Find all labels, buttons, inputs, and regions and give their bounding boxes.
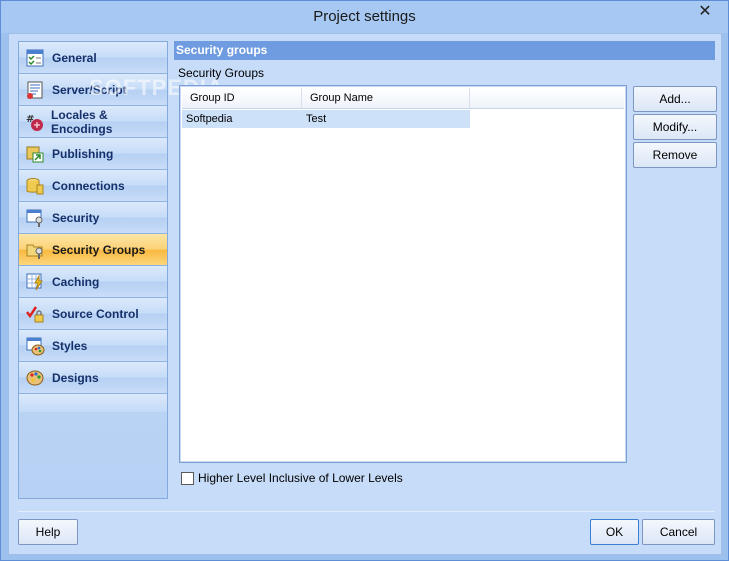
sidebar-item-label: Server/Script (52, 82, 127, 97)
palette-icon (24, 367, 46, 389)
grid-header: Group ID Group Name (182, 88, 624, 109)
footer-separator (18, 511, 715, 512)
sidebar-item-connections[interactable]: Connections (19, 170, 167, 202)
sidebar-item-locales[interactable]: # Locales & Encodings (19, 106, 167, 138)
sidebar-item-caching[interactable]: Caching (19, 266, 167, 298)
publish-icon (24, 143, 46, 165)
database-icon (24, 175, 46, 197)
server-script-icon (24, 79, 46, 101)
sidebar-item-label: Styles (52, 338, 88, 353)
window-title: Project settings (313, 8, 416, 25)
security-groups-label: Security Groups (178, 66, 265, 80)
close-button[interactable]: ✕ (688, 2, 722, 24)
key-table-icon (24, 207, 46, 229)
security-groups-grid[interactable]: Group ID Group Name Softpedia Test (179, 85, 627, 463)
sidebar-item-label: Security Groups (52, 242, 146, 257)
close-icon: ✕ (698, 3, 712, 20)
key-folder-icon (24, 239, 46, 261)
lightning-table-icon (24, 271, 46, 293)
sidebar-item-general[interactable]: General (19, 42, 167, 74)
section-header: Security groups (174, 41, 715, 60)
sidebar-item-source-control[interactable]: Source Control (19, 298, 167, 330)
sidebar-item-label: Caching (52, 274, 100, 289)
cell-group-id: Softpedia (186, 113, 233, 125)
inclusive-levels-label: Higher Level Inclusive of Lower Levels (198, 471, 403, 485)
cancel-button[interactable]: Cancel (642, 519, 715, 545)
table-row[interactable]: Softpedia Test (182, 110, 470, 128)
sidebar-item-label: Designs (52, 370, 99, 385)
column-header-group-name[interactable]: Group Name (302, 88, 470, 109)
title-bar[interactable]: Project settings ✕ (1, 1, 728, 33)
sidebar-item-publishing[interactable]: Publishing (19, 138, 167, 170)
sidebar-item-security[interactable]: Security (19, 202, 167, 234)
inclusive-levels-option[interactable]: Higher Level Inclusive of Lower Levels (181, 471, 403, 485)
lock-check-icon (24, 303, 46, 325)
sidebar-item-security-groups[interactable]: Security Groups (19, 234, 167, 266)
sidebar-item-designs[interactable]: Designs (19, 362, 167, 394)
sidebar-item-label: Source Control (52, 306, 139, 321)
cell-group-name: Test (306, 113, 327, 125)
sidebar-item-label: Publishing (52, 146, 114, 161)
sidebar-item-label: Locales & Encodings (51, 107, 113, 136)
sidebar-filler (19, 394, 167, 412)
ok-button[interactable]: OK (590, 519, 639, 545)
column-header-group-id[interactable]: Group ID (182, 88, 302, 109)
sidebar-item-styles[interactable]: Styles (19, 330, 167, 362)
add-button[interactable]: Add... (633, 86, 717, 112)
settings-sidebar: General Server/Script # Locales & Encodi… (18, 41, 168, 499)
sidebar-item-server-script[interactable]: Server/Script (19, 74, 167, 106)
dialog-client-area: General Server/Script # Locales & Encodi… (8, 33, 722, 555)
palette-table-icon (24, 335, 46, 357)
remove-button[interactable]: Remove (633, 142, 717, 168)
inclusive-levels-checkbox[interactable] (181, 471, 194, 485)
sidebar-item-label: Connections (52, 178, 125, 193)
locale-icon: # (24, 111, 45, 133)
project-settings-window: Project settings ✕ General Server/Script (0, 0, 729, 561)
modify-button[interactable]: Modify... (633, 114, 717, 140)
help-button[interactable]: Help (18, 519, 78, 545)
sidebar-item-label: General (52, 50, 97, 65)
checklist-icon (24, 47, 46, 69)
sidebar-item-label: Security (52, 210, 100, 225)
